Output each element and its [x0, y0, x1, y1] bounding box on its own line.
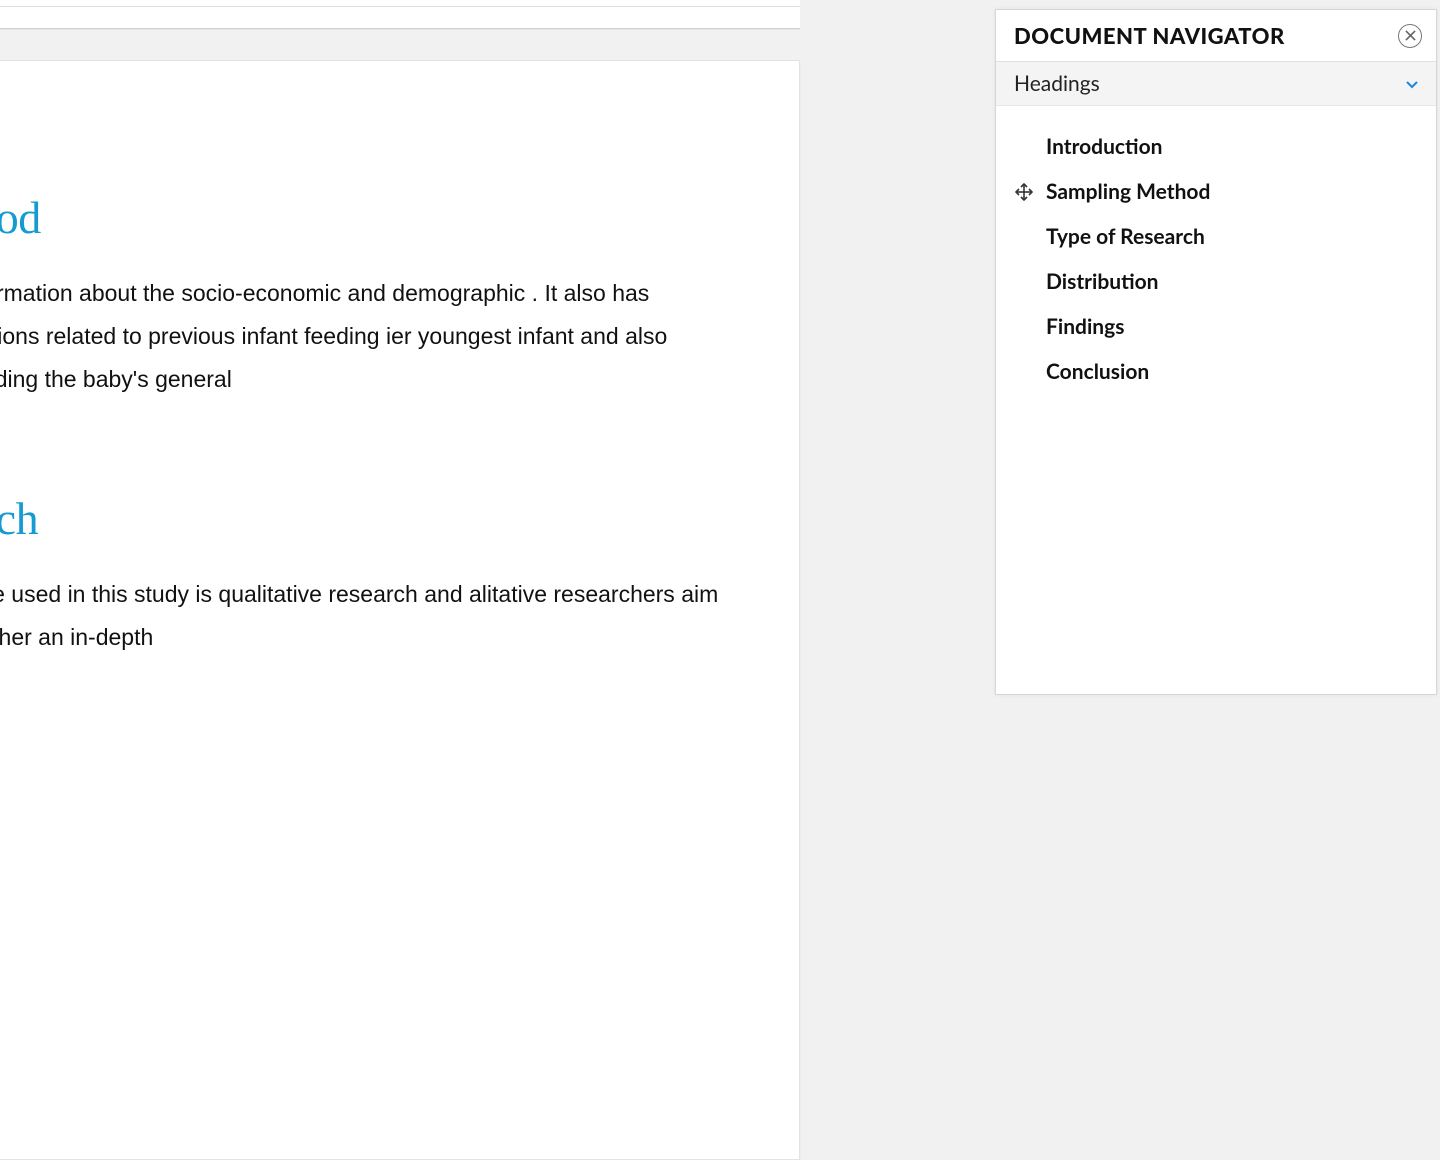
- editor-toolbar-strip: [0, 7, 800, 29]
- document-canvas: ethod s information about the socio-econ…: [0, 30, 800, 698]
- drag-handle[interactable]: [1014, 182, 1034, 202]
- close-icon: [1405, 30, 1416, 41]
- nav-item-sampling-method[interactable]: Sampling Method: [996, 169, 1436, 214]
- nav-item-label: Introduction: [1046, 134, 1162, 159]
- nav-item-introduction[interactable]: Introduction: [996, 124, 1436, 169]
- nav-item-label: Conclusion: [1046, 359, 1149, 384]
- nav-item-label: Distribution: [1046, 269, 1159, 294]
- navigator-header: DOCUMENT NAVIGATOR: [996, 10, 1436, 62]
- nav-item-distribution[interactable]: Distribution: [996, 259, 1436, 304]
- heading-sampling-method[interactable]: ethod: [0, 191, 739, 244]
- body-type-of-research[interactable]: will be used in this study is qualitativ…: [0, 573, 739, 659]
- heading-type-of-research[interactable]: earch: [0, 492, 739, 545]
- chevron-down-icon: [1404, 76, 1420, 92]
- navigator-heading-list: Introduction Sampling Method Type of Res…: [996, 106, 1436, 394]
- nav-item-label: Findings: [1046, 314, 1124, 339]
- navigator-title: DOCUMENT NAVIGATOR: [1014, 22, 1285, 49]
- close-navigator-button[interactable]: [1398, 24, 1422, 48]
- nav-item-label: Sampling Method: [1046, 179, 1210, 204]
- nav-item-label: Type of Research: [1046, 224, 1205, 249]
- body-sampling-method[interactable]: s information about the socio-economic a…: [0, 272, 739, 402]
- nav-item-findings[interactable]: Findings: [996, 304, 1436, 349]
- move-icon: [1015, 183, 1033, 201]
- nav-item-type-of-research[interactable]: Type of Research: [996, 214, 1436, 259]
- navigator-section-label: Headings: [1014, 71, 1100, 96]
- editor-top-strip: [0, 0, 800, 7]
- navigator-section-toggle[interactable]: Headings: [996, 62, 1436, 106]
- document-page[interactable]: ethod s information about the socio-econ…: [0, 60, 800, 1160]
- nav-item-conclusion[interactable]: Conclusion: [996, 349, 1436, 394]
- document-navigator-panel: DOCUMENT NAVIGATOR Headings Introduction: [995, 9, 1437, 695]
